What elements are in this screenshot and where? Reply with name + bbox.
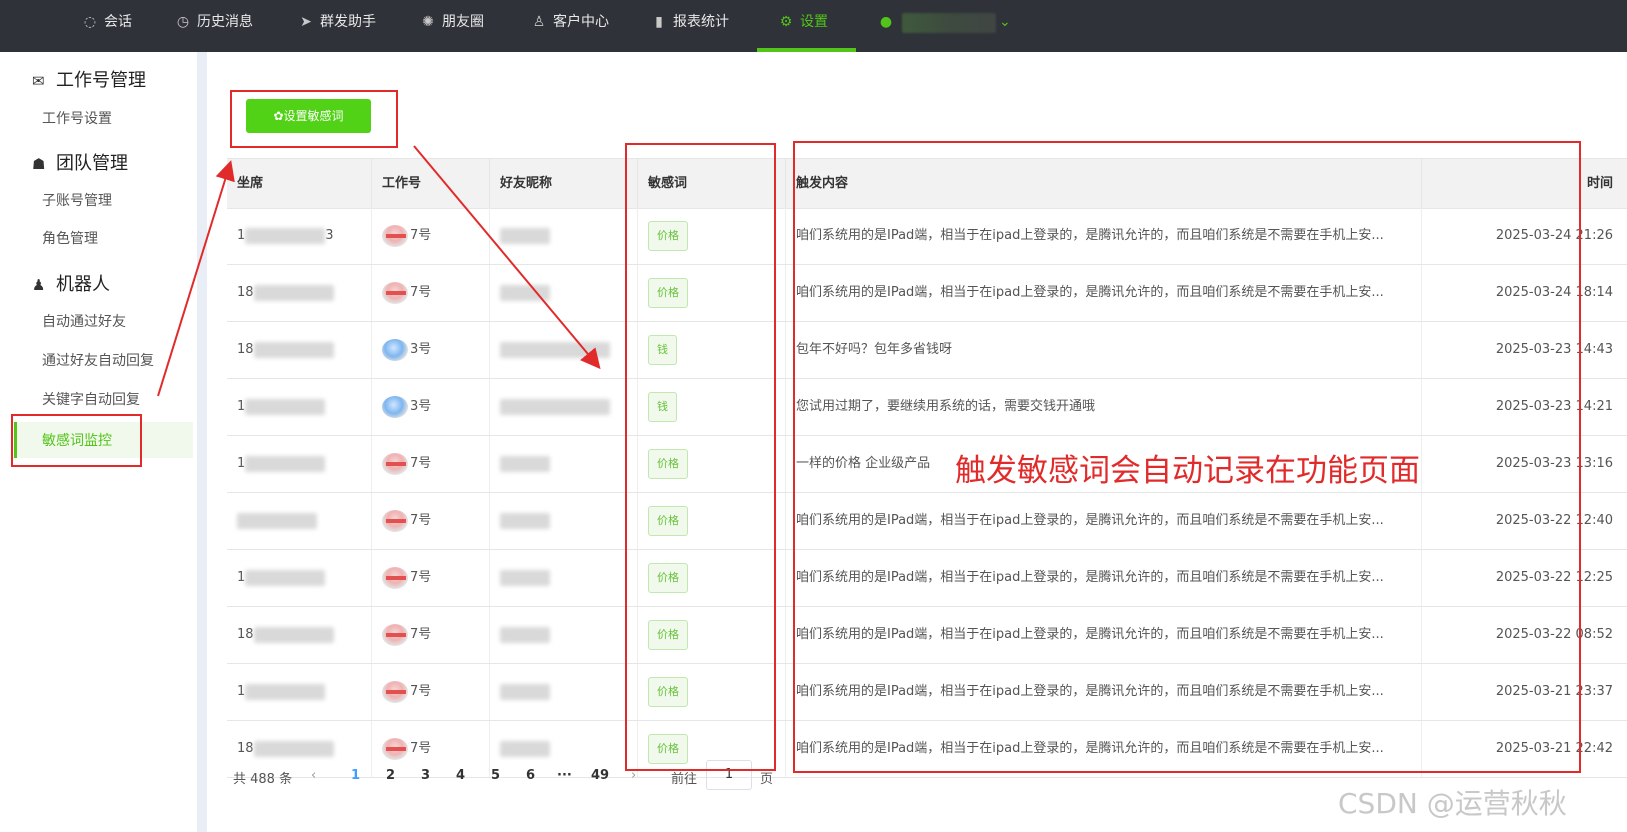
arrow-button-to-column — [413, 145, 601, 370]
arrow-sidebar-to-table — [157, 160, 235, 397]
annotation-arrows — [157, 145, 601, 397]
watermark: CSDN @运营秋秋 — [1338, 787, 1567, 820]
